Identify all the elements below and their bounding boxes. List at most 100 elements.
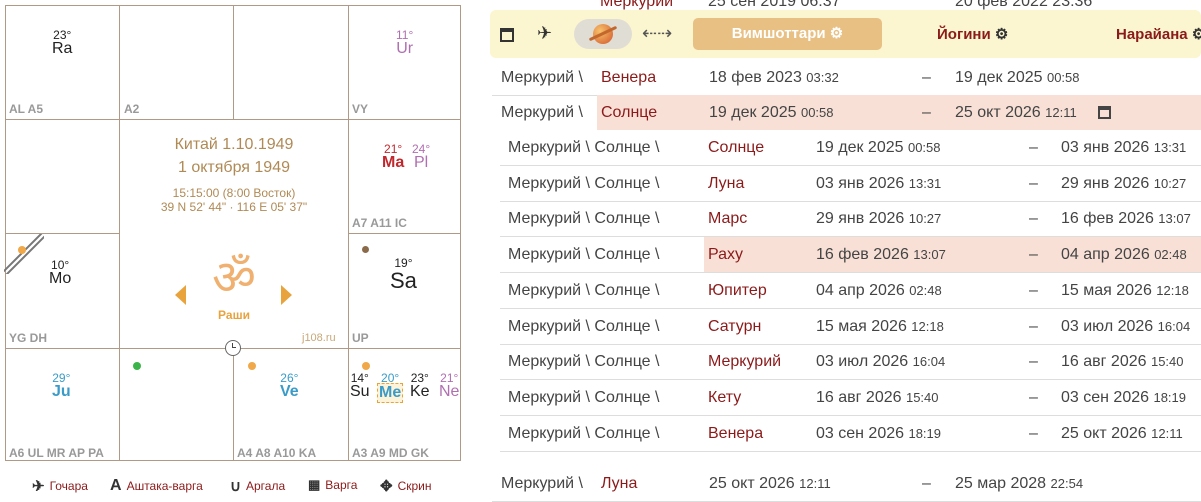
sub-dasha-row[interactable]: Меркурий \ Солнце \ Меркурий 03 июл 2026 1… <box>500 344 1201 381</box>
sub-dasha-row[interactable]: Меркурий \ Солнце \ Марс 29 янв 2026 10:27… <box>500 201 1201 238</box>
row-start-time: 15:40 <box>905 389 939 405</box>
chart-coords: 39 N 52' 44" · 116 E 05' 37" <box>160 200 308 214</box>
row-path: Меркурий \ <box>501 104 583 121</box>
argala-label: Аргала <box>245 479 286 493</box>
prev-next-arrows-icon[interactable]: ⇠⇢ <box>642 23 672 44</box>
clock-icon[interactable] <box>225 340 241 356</box>
plane-icon[interactable]: ✈ <box>537 23 552 44</box>
calendar-icon[interactable] <box>1098 106 1111 119</box>
rashi-chart: 23° Ra AL A5 A2 11° Ur VY 21° Ma 24° Pl … <box>4 5 461 461</box>
sub-dasha-row[interactable]: Меркурий \ Солнце \ Сатурн 15 мая 2026 12:… <box>500 309 1201 345</box>
calendar-icon[interactable] <box>500 28 514 42</box>
sub-dasha-row[interactable]: Меркурий \ Солнце \ Венера 03 сен 2026 18:… <box>500 416 1201 452</box>
house-label: A3 A9 MD GK <box>352 446 429 460</box>
row-end-time: 18:19 <box>1153 389 1187 405</box>
planet-pl[interactable]: 24° Pl <box>412 142 430 172</box>
planet-ma[interactable]: 21° Ma <box>382 142 404 172</box>
row-end-date: 16 авг 2026 <box>1061 353 1147 371</box>
sub-dasha-row[interactable]: Меркурий \ Солнце \ Солнце 19 дек 2025 00:… <box>500 130 1201 166</box>
row-end-time: 16:04 <box>1157 318 1191 334</box>
screen-button[interactable]: ✥ Скрин <box>380 477 432 495</box>
row-start-time: 16:04 <box>912 354 946 370</box>
watermark: j108.ru <box>302 332 336 344</box>
row-path: Меркурий \ Солнце \ <box>508 353 660 371</box>
tab-label: Йогини <box>937 26 991 43</box>
planet-ke[interactable]: 23° Ke <box>410 371 430 401</box>
chart-time: 15:15:00 (8:00 Восток) <box>172 186 296 200</box>
row-start-date: 19 дек 2025 <box>709 104 797 121</box>
planet-ju[interactable]: 29° Ju <box>52 371 71 401</box>
tab-yogini[interactable]: Йогини ⚙ <box>937 25 1008 43</box>
row-path: Меркурий \ <box>501 475 583 492</box>
row-end-date: 16 фев 2026 <box>1061 210 1154 228</box>
row-end-date: 29 янв 2026 <box>1061 174 1150 192</box>
dasha-row[interactable]: Меркурий \ Луна 25 окт 2026 12:11 – 25 м… <box>492 466 1201 502</box>
marker-dot <box>133 362 141 370</box>
grid-line <box>119 6 120 461</box>
planet-name: Ma <box>382 154 405 171</box>
gear-icon: ⚙ <box>994 26 1009 43</box>
planet-ur[interactable]: 11° Ur <box>396 28 413 58</box>
sub-dasha-row[interactable]: Меркурий \ Солнце \ Луна 03 янв 2026 13:31… <box>500 166 1201 202</box>
chart-date: 1 октября 1949 <box>178 159 290 176</box>
dasha-row-active[interactable]: Меркурий \ Солнце 19 дек 2025 00:58 – 25… <box>492 95 1201 130</box>
house-label: A2 <box>124 102 140 116</box>
house-label: A7 A11 IC <box>352 216 407 230</box>
sub-dasha-row[interactable]: Меркурий \ Солнце \ Юпитер 04 апр 2026 02:… <box>500 273 1201 309</box>
planet-ve[interactable]: 26° Ve <box>280 371 299 401</box>
row-end-time: 22:54 <box>1050 476 1084 491</box>
gear-icon: ⚙ <box>829 25 844 42</box>
tab-narayana[interactable]: Нарайана ⚙ <box>1116 25 1201 43</box>
row-path: Меркурий \ Солнце \ <box>508 424 660 442</box>
gear-icon: ⚙ <box>1191 26 1201 43</box>
sub-dasha-row[interactable]: Меркурий \ Солнце \ Кету 16 авг 2026 15:40… <box>500 380 1201 416</box>
planet-ra[interactable]: 23° Ra <box>52 28 72 58</box>
row-start-time: 18:19 <box>908 425 942 441</box>
row-end-date: 25 мар 2028 <box>955 475 1047 492</box>
row-path: Меркурий \ Солнце \ <box>508 281 660 299</box>
row-planet: Сатурн <box>708 317 762 335</box>
dasha-row[interactable]: Меркурий \ Венера 18 фев 2023 03:32 – 19… <box>492 60 1201 96</box>
planet-name: Ke <box>410 383 430 400</box>
row-dash: – <box>1029 388 1038 406</box>
planet-sa[interactable]: 19° Sa <box>390 256 417 294</box>
row-end-date: 25 окт 2026 <box>1061 424 1147 442</box>
varga-button[interactable]: ▦ Варга <box>308 477 357 493</box>
row-end-date: 15 мая 2026 <box>1061 281 1152 299</box>
house-label: UP <box>352 331 369 345</box>
planet-su[interactable]: 14° Su <box>350 371 370 401</box>
planet-name: Sa <box>390 268 417 293</box>
tab-label: Вимшоттари <box>731 25 826 42</box>
grid-line <box>233 6 234 119</box>
tab-vimshottari[interactable]: Вимшоттари ⚙ <box>693 18 882 50</box>
planet-name: Ve <box>280 383 299 400</box>
planet-select-button[interactable] <box>574 19 632 49</box>
planet-me[interactable]: 20° Me <box>377 371 404 403</box>
chart-place-date: Китай 1.10.1949 <box>174 136 294 153</box>
planet-ne[interactable]: 21° Ne <box>439 371 459 401</box>
planet-name: Su <box>350 383 370 400</box>
row-path: Меркурий \ Солнце \ <box>508 317 660 335</box>
gochara-button[interactable]: ✈ Гочара <box>32 477 88 495</box>
row-end-time: 10:27 <box>1153 175 1187 191</box>
prev-arrow-icon[interactable] <box>175 285 186 305</box>
row-planet: Луна <box>601 475 638 492</box>
sub-dasha-row[interactable]: Меркурий \ Солнце \ Раху 16 фев 2026 13:07… <box>500 237 1201 274</box>
planet-mo[interactable]: 10° Mo <box>49 258 71 288</box>
row-planet: Луна <box>708 174 745 192</box>
marker-dot <box>18 246 26 254</box>
row-end-date: 25 окт 2026 <box>955 104 1041 121</box>
next-arrow-icon[interactable] <box>281 285 292 305</box>
ashtaka-button[interactable]: A Аштака-варга <box>110 477 203 495</box>
row-planet: Солнце <box>708 139 765 156</box>
row-end-time: 13:07 <box>1158 211 1191 227</box>
row-end-date: 03 янв 2026 <box>1061 139 1150 156</box>
varga-label: Варга <box>325 478 358 492</box>
argala-button[interactable]: ∪ Аргала <box>230 477 285 495</box>
tab-label: Нарайана <box>1116 26 1188 43</box>
row-path: Меркурий \ Солнце \ <box>508 139 660 156</box>
row-start-date: 15 мая 2026 <box>816 317 907 335</box>
row-start-time: 00:58 <box>800 105 834 120</box>
row-start-date: 03 янв 2026 <box>816 174 905 192</box>
row-start-date: 03 сен 2026 <box>816 424 905 442</box>
